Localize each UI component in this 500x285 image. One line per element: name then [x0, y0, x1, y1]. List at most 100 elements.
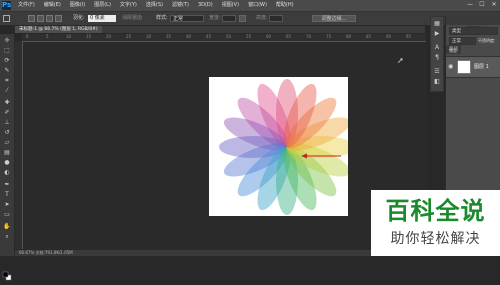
character-panel-icon[interactable]: A	[433, 45, 441, 51]
menu-help[interactable]: 帮助(H)	[276, 0, 294, 11]
ruler-mark: 5	[46, 34, 49, 39]
watermark-subtitle: 助你轻松解决	[390, 231, 481, 247]
ruler-mark: 60	[266, 34, 272, 39]
paragraph-panel-icon[interactable]: ¶	[433, 55, 441, 61]
ruler-mark: 65	[286, 34, 292, 39]
ruler-mark: 25	[126, 34, 132, 39]
menu-bar: Ps 文件(F) 编辑(E) 图像(I) 图层(L) 文字(Y) 选择(S) 滤…	[0, 0, 500, 12]
document-tabs: 未标题-1 @ 66.7% (图层 1, RGB/8#)	[15, 26, 425, 33]
lock-label: 锁定:	[449, 48, 459, 53]
lasso-tool-icon[interactable]: ⟳	[3, 58, 11, 64]
menu-list: 文件(F) 编辑(E) 图像(I) 图层(L) 文字(Y) 选择(S) 滤镜(T…	[18, 0, 303, 11]
width-input[interactable]	[222, 15, 236, 22]
brush-tool-icon[interactable]: ✐	[3, 110, 11, 116]
menu-select[interactable]: 选择(S)	[146, 0, 163, 11]
properties-panel-icon[interactable]: ☰	[433, 69, 441, 75]
ruler-mark: 15	[86, 34, 92, 39]
history-panel-icon[interactable]: ▦	[433, 21, 441, 27]
eraser-tool-icon[interactable]: ▱	[3, 140, 11, 146]
document-tab[interactable]: 未标题-1 @ 66.7% (图层 1, RGB/8#)	[15, 26, 102, 33]
ruler-mark: 30	[146, 34, 152, 39]
type-tool-icon[interactable]: T	[3, 192, 11, 198]
tools-panel: ✢ ⬚ ⟳ ✎ ⌗ ⁄ ✚ ✐ ⊥ ↺ ▱ ▤ ● ◐ ✒ T ➤ ▭ ✋ ⌕	[0, 34, 15, 281]
move-tool-icon[interactable]: ✢	[3, 38, 11, 44]
ruler-mark: 0	[26, 34, 29, 39]
ruler-mark: 40	[186, 34, 192, 39]
layer-name[interactable]: 图层 1	[474, 63, 489, 70]
marquee-tool-icon[interactable]	[3, 15, 10, 22]
visibility-eye-icon[interactable]: ◉	[448, 63, 453, 70]
intersect-selection-button[interactable]	[55, 15, 62, 22]
options-bar: 羽化: 0 像素 消除锯齿 样式: 正常 宽度: 高度: 调整边缘...	[0, 12, 500, 26]
style-select[interactable]: 正常	[170, 15, 204, 22]
feather-input[interactable]: 0 像素	[88, 15, 116, 22]
menu-file[interactable]: 文件(F)	[18, 0, 35, 11]
ruler-mark: 50	[226, 34, 232, 39]
close-button[interactable]: ✕	[491, 2, 497, 8]
vertical-ruler	[15, 41, 23, 249]
shape-tool-icon[interactable]: ▭	[3, 212, 11, 218]
ruler-mark: 75	[326, 34, 332, 39]
watermark-badge: 百科全说 助你轻松解决	[371, 190, 500, 256]
eyedropper-tool-icon[interactable]: ⁄	[3, 88, 11, 94]
window-controls: — ☐ ✕	[467, 2, 497, 8]
ruler-mark: 45	[206, 34, 212, 39]
watermark-title: 百科全说	[385, 197, 486, 225]
color-swatches[interactable]	[2, 266, 12, 285]
marquee-tool-icon[interactable]: ⬚	[3, 48, 11, 54]
menu-layer[interactable]: 图层(L)	[94, 0, 111, 11]
status-bar: 66.67% 文档:791.0K/1.05M	[15, 250, 427, 256]
history-brush-tool-icon[interactable]: ↺	[3, 130, 11, 136]
ruler-mark: 70	[306, 34, 312, 39]
ruler-mark: 55	[246, 34, 252, 39]
add-selection-button[interactable]	[37, 15, 44, 22]
subtract-selection-button[interactable]	[46, 15, 53, 22]
new-selection-button[interactable]	[28, 15, 35, 22]
quick-select-tool-icon[interactable]: ✎	[3, 68, 11, 74]
layer-row[interactable]: ◉ 图层 1	[446, 56, 500, 78]
crop-tool-icon[interactable]: ⌗	[3, 78, 11, 84]
width-label: 宽度:	[209, 15, 221, 21]
height-label: 高度:	[256, 15, 268, 21]
menu-view[interactable]: 视图(V)	[222, 0, 239, 11]
minimize-button[interactable]: —	[467, 2, 473, 8]
gradient-tool-icon[interactable]: ▤	[3, 150, 11, 156]
antialias-label[interactable]: 消除锯齿	[122, 12, 142, 25]
app-logo: Ps	[2, 1, 12, 10]
dodge-tool-icon[interactable]: ◐	[3, 170, 11, 176]
opacity-label: 不透明度:	[478, 38, 496, 43]
ruler-mark: 35	[166, 34, 172, 39]
zoom-tool-icon[interactable]: ⌕	[3, 234, 11, 240]
hand-tool-icon[interactable]: ✋	[3, 224, 11, 230]
path-select-tool-icon[interactable]: ➤	[3, 202, 11, 208]
actions-panel-icon[interactable]: ▶	[433, 31, 441, 37]
blur-tool-icon[interactable]: ●	[3, 160, 11, 166]
menu-window[interactable]: 窗口(W)	[248, 0, 267, 11]
healing-brush-tool-icon[interactable]: ✚	[3, 100, 11, 106]
pen-tool-icon[interactable]: ✒	[3, 182, 11, 188]
layer-thumbnail	[457, 60, 471, 74]
height-input[interactable]	[269, 15, 283, 22]
ruler-mark: 95	[406, 34, 412, 39]
maximize-button[interactable]: ☐	[479, 2, 485, 8]
menu-filter[interactable]: 滤镜(T)	[172, 0, 189, 11]
menu-3d[interactable]: 3D(D)	[198, 0, 213, 11]
color-wheel-artwork	[219, 79, 355, 215]
menu-image[interactable]: 图像(I)	[70, 0, 85, 11]
style-label: 样式:	[156, 15, 168, 21]
status-text: 66.67% 文档:791.0K/1.05M	[19, 250, 73, 255]
menu-edit[interactable]: 编辑(E)	[44, 0, 61, 11]
blend-mode-select[interactable]: 正常	[449, 37, 476, 45]
ruler-mark: 90	[386, 34, 392, 39]
horizontal-ruler: 0 5 10 15 20 25 30 35 40 45 50 55 60 65 …	[22, 34, 426, 42]
clone-stamp-tool-icon[interactable]: ⊥	[3, 120, 11, 126]
ruler-mark: 80	[346, 34, 352, 39]
layers-panel-tabs: 图层 通道 路径	[446, 16, 500, 54]
layer-filter-select[interactable]: 类型	[449, 27, 498, 35]
menu-type[interactable]: 文字(Y)	[120, 0, 137, 11]
ruler-mark: 85	[366, 34, 372, 39]
document-canvas[interactable]	[209, 77, 355, 216]
refine-edge-button[interactable]: 调整边缘...	[312, 15, 356, 22]
adjustments-panel-icon[interactable]: ◧	[433, 79, 441, 85]
swap-dimensions-button[interactable]	[239, 15, 246, 22]
